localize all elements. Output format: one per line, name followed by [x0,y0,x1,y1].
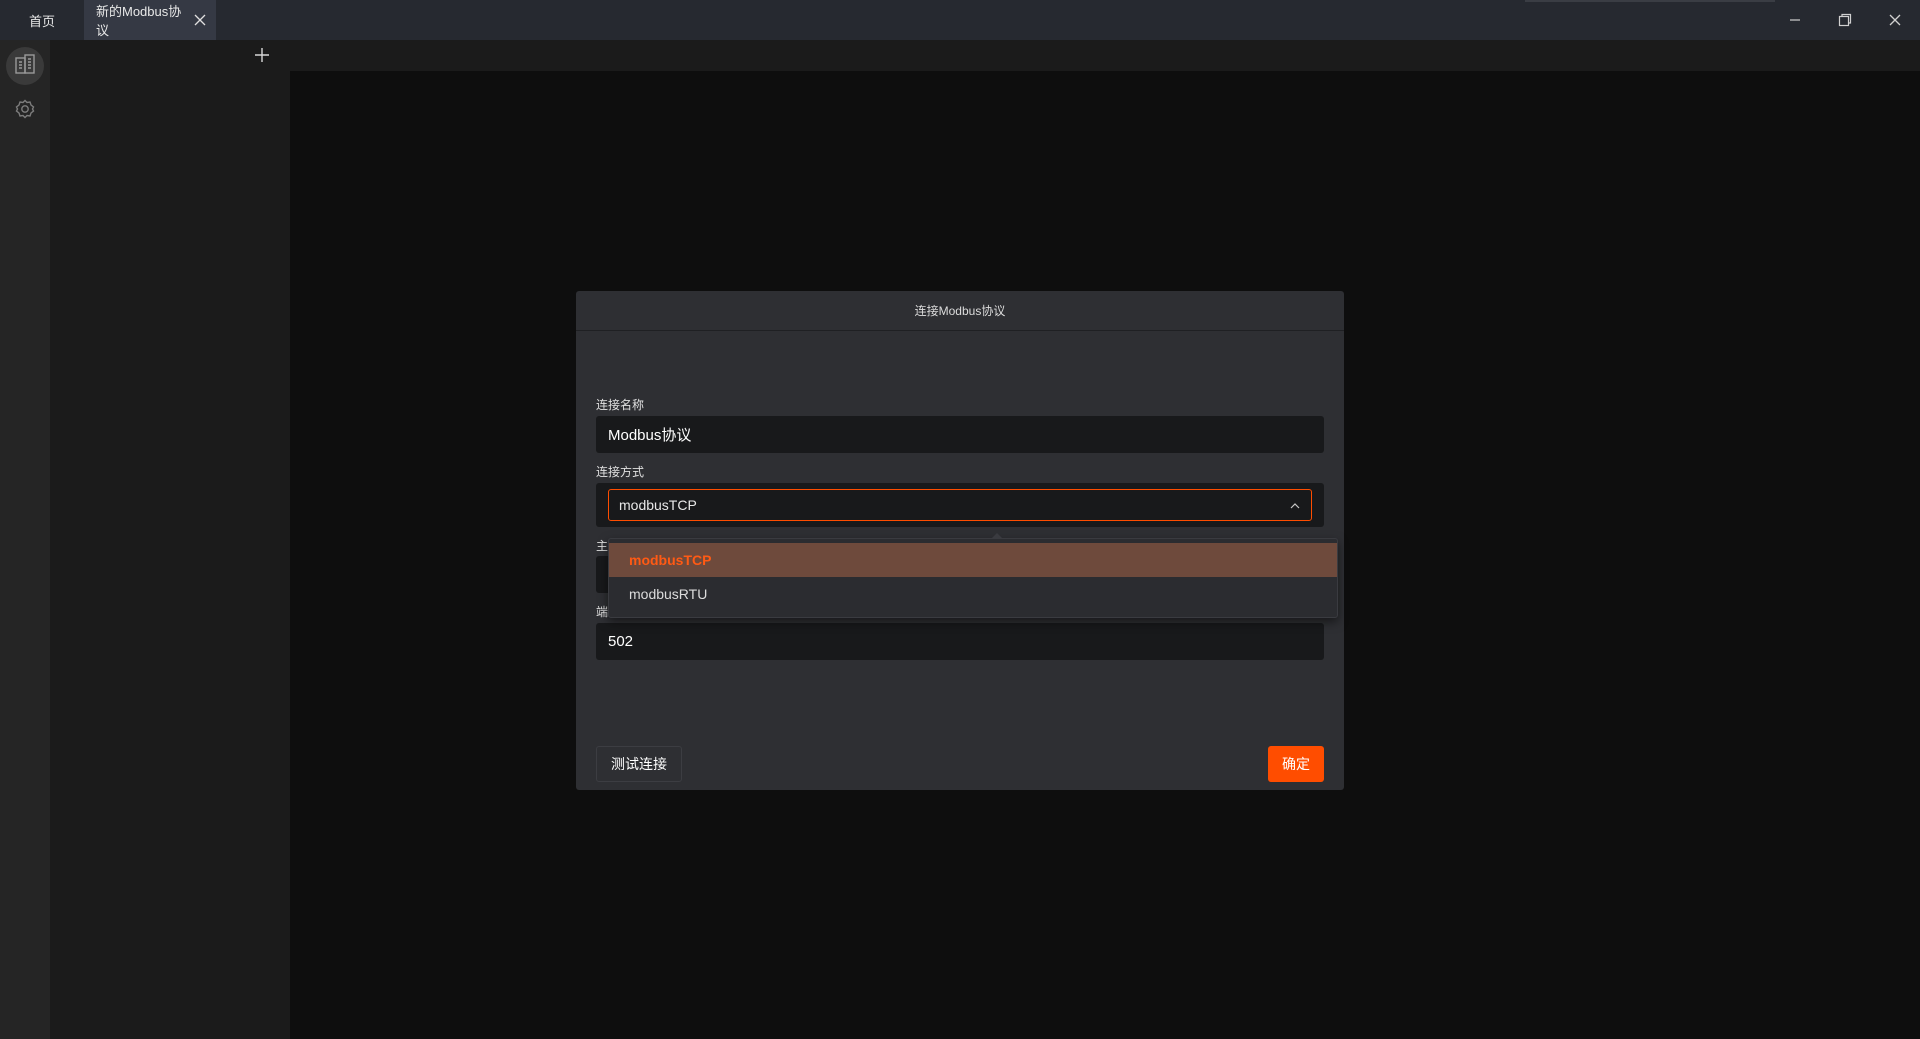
icon-rail [0,40,50,1039]
dropdown-caret [991,533,1003,539]
building-icon [14,53,36,80]
connection-method-select[interactable]: modbusTCP [608,489,1312,521]
title-divider [1525,0,1775,2]
rail-item-connections[interactable] [6,47,44,85]
restore-icon [1838,13,1852,27]
close-window-button[interactable] [1870,0,1920,40]
port-input[interactable]: 502 [596,623,1324,660]
confirm-button[interactable]: 确定 [1268,746,1324,782]
tab-home-label: 首页 [28,13,55,29]
test-connection-label: 测试连接 [611,756,667,772]
connection-name-input[interactable]: Modbus协议 [596,416,1324,453]
tab-new-modbus-label: 新的Modbus协议 [96,4,182,38]
dropdown-option-modbusrtu[interactable]: modbusRTU [609,577,1337,611]
chevron-up-icon [1289,499,1301,515]
connection-name-label: 连接名称 [596,398,645,412]
gear-icon [14,98,36,125]
close-icon [1889,14,1901,26]
minimize-button[interactable] [1770,0,1820,40]
minimize-icon [1789,14,1801,26]
connect-dialog: 连接Modbus协议 连接名称 Modbus协议 连接方式 modbusTCP … [576,291,1344,790]
connection-method-field: modbusTCP [596,483,1324,527]
dropdown-option-label: modbusRTU [629,586,708,602]
dropdown-option-label: modbusTCP [629,552,712,568]
connection-method-label: 连接方式 [596,465,645,479]
main-top-strip [290,40,1920,71]
connection-method-value: modbusTCP [619,497,697,513]
host-label: 主 [596,539,609,553]
confirm-label: 确定 [1282,756,1310,772]
plus-icon [255,47,269,67]
test-connection-button[interactable]: 测试连接 [596,746,682,782]
port-label: 端 [596,605,609,619]
tab-home[interactable]: 首页 [0,0,84,40]
dropdown-option-modbustcp[interactable]: modbusTCP [609,543,1337,577]
window-controls [1770,0,1920,40]
connection-panel [50,40,290,1039]
dialog-title: 连接Modbus协议 [576,291,1344,331]
add-connection-button[interactable] [252,47,272,67]
connection-method-dropdown: modbusTCP modbusRTU [608,533,1338,618]
port-value: 502 [608,633,634,650]
connection-name-value: Modbus协议 [608,427,692,444]
close-icon[interactable] [192,12,208,28]
restore-button[interactable] [1820,0,1870,40]
tab-new-modbus[interactable]: 新的Modbus协议 [84,0,216,40]
rail-item-settings[interactable] [6,92,44,130]
title-bar: 首页 新的Modbus协议 [0,0,1920,40]
